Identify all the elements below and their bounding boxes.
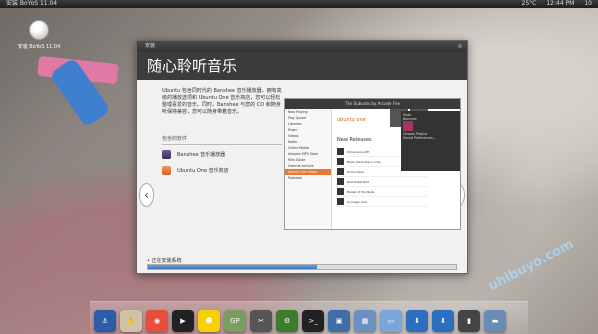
app-ubuntu-one-store: Ubuntu One 音乐商店	[162, 166, 229, 175]
app-banshee: Banshee 音乐播放器	[162, 150, 225, 159]
window-title: 安装	[145, 43, 156, 49]
top-panel: 安装 BoYoS 11.04 25°C 12:44 PM 10	[0, 0, 598, 8]
close-icon[interactable]	[458, 44, 462, 48]
chrome-icon[interactable]: ◉	[146, 310, 168, 332]
media-player-icon[interactable]: ▶	[172, 310, 194, 332]
previous-slide-button[interactable]: ‹	[139, 183, 154, 207]
app-label: Banshee 音乐播放器	[177, 152, 226, 158]
window-titlebar[interactable]: 安装	[137, 41, 467, 52]
list-item: Courage Lost	[337, 197, 427, 207]
album-art	[337, 188, 344, 195]
album-art	[337, 158, 344, 165]
screenshot-sidebar: Now Playing Play Queue Libraries Music V…	[285, 109, 332, 229]
releases-heading: New Releases	[337, 137, 372, 143]
install-progress-bar	[147, 264, 457, 270]
included-software-title: 包含的软件	[162, 136, 188, 142]
divider	[162, 144, 282, 145]
install-disc-icon	[29, 20, 49, 40]
qq-icon[interactable]: ☻	[198, 310, 220, 332]
anchor-icon[interactable]: ⚓	[94, 310, 116, 332]
slide-title: 随心聆听音乐	[147, 57, 238, 75]
ubuntu-one-icon	[162, 166, 171, 175]
hands-icon[interactable]: ✋	[120, 310, 142, 332]
sound-menu-popup: Mute Banshee Choose Playlist Sound Prefe…	[401, 111, 460, 171]
popup-item: Sound Preferences...	[403, 136, 436, 140]
slide-header: 随心聆听音乐	[137, 52, 467, 80]
progress-label: • 正在安装系统	[147, 258, 182, 264]
gp-icon[interactable]: GP	[224, 310, 246, 332]
tools-icon[interactable]: ✂	[250, 310, 272, 332]
slide-content: Ubuntu 包含同时代的 Banshee 音乐播放器，拥有高级的播放选项和 U…	[137, 80, 467, 257]
clock[interactable]: 12:44 PM	[546, 0, 574, 8]
weather-indicator[interactable]: 25°C	[522, 0, 537, 8]
album-art	[337, 198, 344, 205]
desktop-icon-label: 安装 BoYoS 11.04	[17, 44, 61, 50]
dock: ⚓ ✋ ◉ ▶ ☻ GP ✂ ⚙ >_ ▣ ▦ ▭ ⬇ ⬇ ▮ ▬	[90, 301, 528, 334]
volume-indicator[interactable]: 10	[584, 0, 592, 8]
release-title: Courage Lost	[347, 199, 367, 204]
progress-fill	[148, 265, 318, 269]
sidebar-item: Podcasts	[288, 176, 303, 180]
album-art	[337, 178, 344, 185]
album-art	[337, 168, 344, 175]
panel-title: 安装 BoYoS 11.04	[6, 0, 58, 7]
folder-icon[interactable]: ▭	[380, 310, 402, 332]
release-title: Some Devil	[347, 169, 365, 174]
slide-screenshot: The Suburbs by Arcade Fire Now Playing P…	[284, 98, 461, 230]
album-art	[403, 121, 413, 131]
app-label: Ubuntu One 音乐商店	[177, 168, 229, 174]
list-item: Red Bullet Red	[337, 177, 427, 187]
image-viewer-icon[interactable]: ▣	[328, 310, 350, 332]
release-title: Ballad of the Bells	[347, 189, 375, 194]
list-item: Ballad of the Bells	[337, 187, 427, 197]
calendar-icon[interactable]: ▦	[354, 310, 376, 332]
install-icon[interactable]: ⬇	[432, 310, 454, 332]
screenshot-title: The Suburbs by Arcade Fire	[285, 99, 460, 109]
download-icon[interactable]: ⬇	[406, 310, 428, 332]
watermark: uhibuyo.com	[485, 236, 577, 295]
release-title: Black Devil Disco Club	[347, 159, 381, 164]
release-title: Red Bullet Red	[347, 179, 369, 184]
window-icon[interactable]: ▬	[484, 310, 506, 332]
system-tray: 25°C 12:44 PM 10	[522, 0, 592, 8]
phone-icon[interactable]: ▮	[458, 310, 480, 332]
settings-icon[interactable]: ⚙	[276, 310, 298, 332]
store-brand: ubuntu one	[337, 117, 366, 123]
installer-window: 安装 随心聆听音乐 Ubuntu 包含同时代的 Banshee 音乐播放器，拥有…	[136, 40, 468, 274]
slide-description: Ubuntu 包含同时代的 Banshee 音乐播放器，拥有高级的播放选项和 U…	[162, 88, 282, 115]
release-title: Dimensions EP	[347, 149, 370, 154]
album-art	[337, 148, 344, 155]
desktop-install-icon[interactable]: 安装 BoYoS 11.04	[14, 20, 64, 50]
terminal-icon[interactable]: >_	[302, 310, 324, 332]
banshee-icon	[162, 150, 171, 159]
